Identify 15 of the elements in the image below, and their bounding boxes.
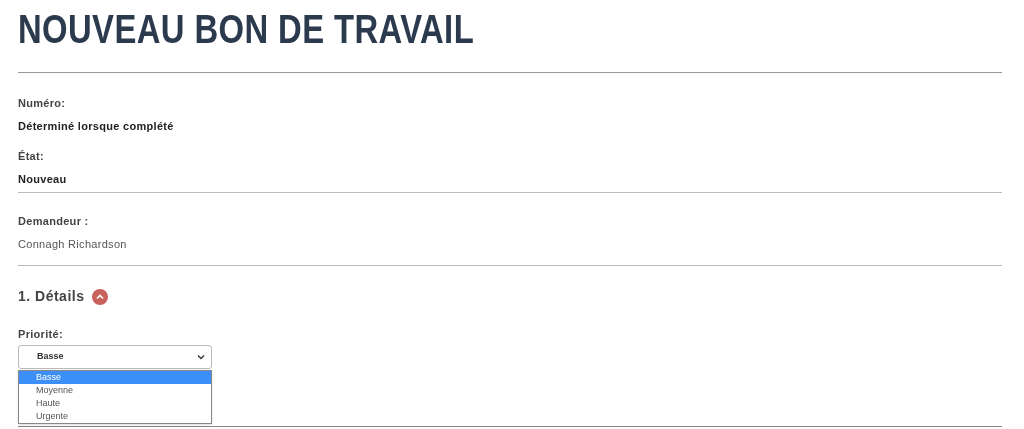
collapse-toggle-icon[interactable] bbox=[92, 288, 109, 305]
field-label: Numéro: bbox=[18, 96, 67, 111]
section-heading: 1. Détails bbox=[18, 287, 85, 306]
page-title: NOUVEAU BON DE TRAVAIL bbox=[18, 6, 475, 52]
field-label: État: bbox=[18, 149, 45, 164]
field-value: Nouveau bbox=[18, 171, 68, 187]
dropdown-option[interactable]: Urgente bbox=[19, 409, 211, 423]
chevron-down-icon bbox=[197, 353, 205, 360]
field-value: Déterminé lorsque complété bbox=[18, 118, 175, 134]
field-label: Demandeur : bbox=[18, 214, 90, 229]
dropdown-option[interactable]: Moyenne bbox=[19, 383, 211, 397]
priority-dropdown[interactable]: Basse bbox=[18, 344, 212, 369]
field-label: Priorité: bbox=[18, 327, 64, 342]
dropdown-option[interactable]: Haute bbox=[19, 396, 211, 410]
field-value: Connagh Richardson bbox=[18, 236, 128, 252]
